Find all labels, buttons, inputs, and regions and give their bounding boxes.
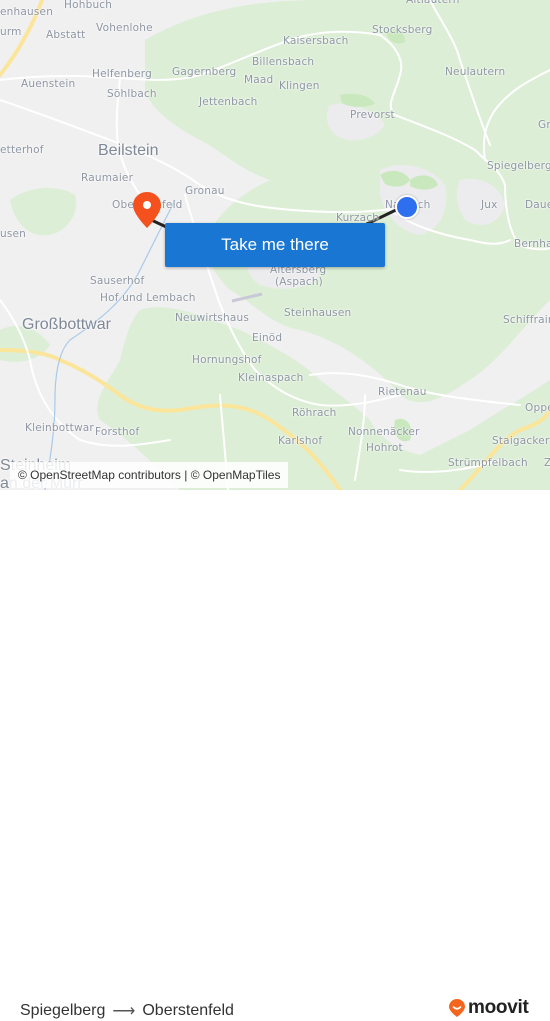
place-label: Schiffrain (503, 314, 550, 326)
place-label: Z (544, 457, 550, 469)
place-label: Neulautern (445, 66, 506, 78)
route-summary: Spiegelberg ⟶ Oberstenfeld (20, 1001, 234, 1021)
place-label: Kurzach (336, 212, 380, 224)
place-label: Kleinaspach (238, 372, 304, 384)
place-label: Strümpfelbach (448, 457, 528, 469)
place-label: Röhrach (292, 407, 337, 419)
place-label: Söhlbach (107, 88, 157, 100)
place-label: Oppe (525, 402, 550, 414)
destination-name: Oberstenfeld (142, 1002, 234, 1019)
place-label: Bernha (514, 238, 550, 250)
place-label: Gronau (185, 185, 225, 197)
place-label: Einöd (252, 332, 283, 344)
footer-bar: Spiegelberg ⟶ Oberstenfeld moovit (0, 490, 550, 1020)
origin-location-dot[interactable] (395, 195, 419, 219)
place-label: Stocksberg (372, 24, 433, 36)
map-attribution[interactable]: © OpenStreetMap contributors | © OpenMap… (10, 462, 289, 488)
take-me-there-button[interactable]: Take me there (165, 223, 385, 267)
place-label: Billensbach (252, 56, 315, 68)
place-label: Raumaier (81, 172, 134, 184)
place-label: Hornungshof (192, 354, 262, 366)
place-label: Staigacker (492, 435, 550, 447)
moovit-pin-icon (449, 999, 465, 1017)
place-label: Hof und Lembach (100, 292, 196, 304)
place-label: Nonnenäcker (348, 426, 420, 438)
place-label: Neuwirtshaus (175, 312, 249, 324)
place-label: Spiegelberg (487, 160, 550, 172)
place-label: usen (0, 228, 27, 240)
place-label: Sauserhof (90, 275, 145, 287)
place-label: Steinhausen (284, 307, 352, 319)
place-label: Auenstein (21, 78, 76, 90)
place-label: Karlshof (278, 435, 323, 447)
place-label: urm (0, 26, 22, 38)
place-label: Kleinbottwar (25, 422, 94, 434)
map-view[interactable]: Hohbuch enhausen urm Abstatt Vohenlohe Auenst… (0, 0, 550, 490)
place-label: Gagernberg (172, 66, 237, 78)
place-label: Hohbuch (64, 0, 113, 11)
place-label: Forsthof (95, 426, 140, 438)
origin-name: Spiegelberg (20, 1002, 106, 1019)
place-label: Hohrot (366, 442, 403, 454)
place-label: Gr (538, 119, 550, 131)
place-label: Dauer (525, 199, 550, 211)
place-label: etterhof (0, 144, 44, 156)
place-label: Vohenlohe (96, 22, 153, 34)
place-label: Kaisersbach (283, 35, 349, 47)
arrow-right-icon: ⟶ (112, 1003, 136, 1020)
place-label: Jettenbach (199, 96, 258, 108)
moovit-logo[interactable]: moovit (449, 997, 529, 1019)
place-label: Jux (481, 199, 498, 211)
place-label: Großbottwar (22, 316, 111, 333)
place-label: Maad (244, 74, 274, 86)
destination-pin-icon[interactable] (133, 192, 161, 228)
place-label: Abstatt (46, 29, 86, 41)
brand-name: moovit (468, 997, 529, 1018)
place-label: Prevorst (350, 109, 395, 121)
place-label: enhausen (0, 6, 54, 18)
place-label: Rietenau (378, 386, 427, 398)
place-label: Altlautern (406, 0, 460, 6)
place-label: (Aspach) (275, 276, 323, 288)
place-label: Helfenberg (92, 68, 153, 80)
place-label: Beilstein (98, 142, 159, 159)
place-label: Klingen (279, 80, 320, 92)
